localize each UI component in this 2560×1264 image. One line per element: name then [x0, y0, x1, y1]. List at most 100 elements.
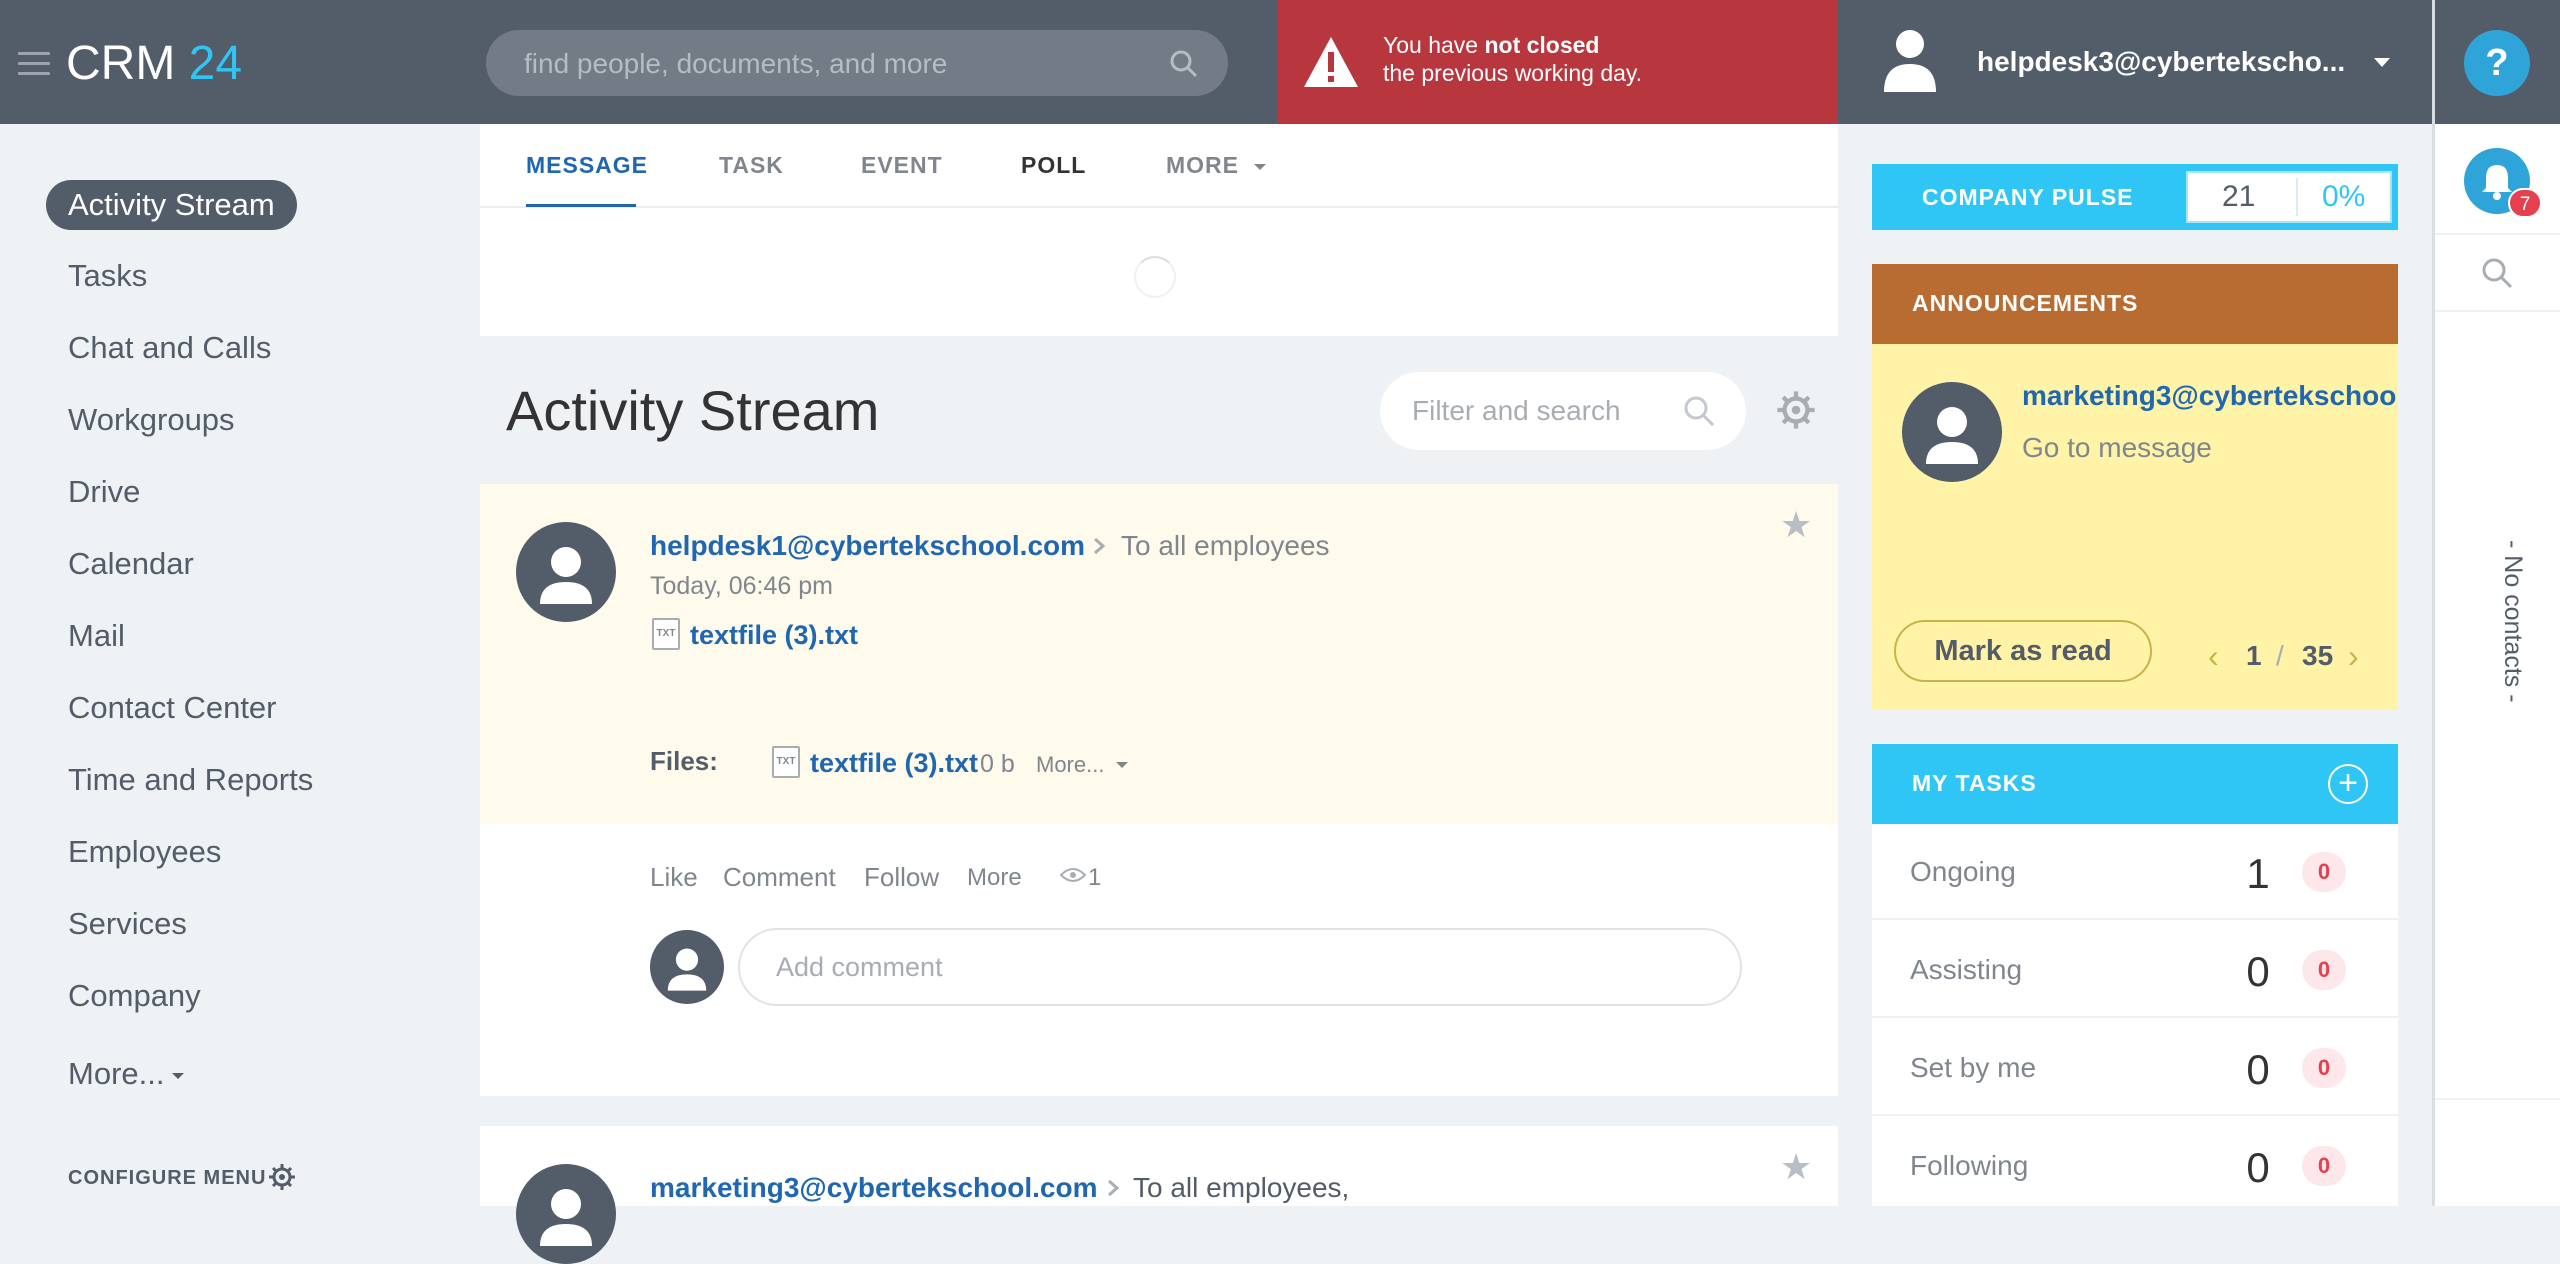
- sidebar-item-contact-center[interactable]: Contact Center: [68, 690, 277, 726]
- post-attachment-link[interactable]: textfile (3).txt: [690, 620, 858, 651]
- avatar[interactable]: [516, 522, 616, 622]
- page-separator: /: [2276, 640, 2284, 671]
- sidebar-item-time-and-reports[interactable]: Time and Reports: [68, 762, 313, 798]
- app-logo[interactable]: CRM 24: [66, 36, 242, 91]
- tab-more[interactable]: MORE: [1166, 152, 1267, 179]
- sidebar-item-tasks[interactable]: Tasks: [68, 258, 147, 294]
- gear-icon[interactable]: [1776, 390, 1816, 430]
- configure-menu-button[interactable]: CONFIGURE MENU: [68, 1167, 266, 1190]
- text-file-icon: TXT: [652, 618, 680, 650]
- announcements-header: ANNOUNCEMENTS: [1872, 264, 2398, 344]
- star-icon[interactable]: ★: [1780, 504, 1812, 546]
- task-row-ongoing[interactable]: Ongoing: [1910, 856, 2016, 888]
- notification-count-badge: 7: [2508, 188, 2542, 218]
- star-icon[interactable]: ★: [1780, 1146, 1812, 1188]
- pulse-count: 21: [2222, 180, 2256, 213]
- sidebar-item-employees[interactable]: Employees: [68, 834, 221, 870]
- task-row-following[interactable]: Following: [1910, 1150, 2028, 1182]
- post-recipient[interactable]: To all employees: [1121, 530, 1330, 562]
- search-icon: [1684, 396, 1715, 427]
- post-author-link[interactable]: helpdesk1@cybertekschool.com: [650, 530, 1085, 562]
- divider: [480, 206, 1838, 208]
- chevron-left-icon[interactable]: ‹: [2208, 638, 2219, 675]
- avatar[interactable]: [516, 1164, 616, 1264]
- task-count[interactable]: 1: [2240, 850, 2276, 898]
- chevron-right-icon[interactable]: ›: [2348, 638, 2359, 675]
- chevron-right-icon: [1108, 1179, 1120, 1197]
- page-total: 35: [2302, 640, 2334, 671]
- global-search-input[interactable]: find people, documents, and more: [486, 30, 1228, 96]
- divider: [2435, 1098, 2560, 1100]
- tab-event[interactable]: EVENT: [861, 152, 943, 179]
- go-to-message-link[interactable]: Go to message: [2022, 432, 2212, 464]
- announcement-author-link[interactable]: marketing3@cybertekschool: [2022, 380, 2398, 412]
- my-tasks-title: MY TASKS: [1912, 770, 2037, 796]
- follow-button[interactable]: Follow: [864, 862, 939, 893]
- search-placeholder: find people, documents, and more: [524, 48, 948, 79]
- sidebar-item-drive[interactable]: Drive: [68, 474, 140, 510]
- user-icon: [1926, 407, 1978, 464]
- divider: [1872, 918, 2398, 920]
- mark-as-read-button[interactable]: Mark as read: [1894, 620, 2152, 682]
- tab-task[interactable]: TASK: [719, 152, 784, 179]
- sidebar-item-services[interactable]: Services: [68, 906, 187, 942]
- filter-search-input[interactable]: Filter and search: [1380, 372, 1746, 450]
- sidebar-item-calendar[interactable]: Calendar: [68, 546, 194, 582]
- file-link[interactable]: textfile (3).txt: [810, 748, 978, 779]
- task-count[interactable]: 0: [2240, 1046, 2276, 1094]
- task-badge[interactable]: 0: [2302, 852, 2346, 892]
- search-icon: [1170, 50, 1198, 78]
- page-current: 1: [2246, 640, 2262, 671]
- loading-spinner: [1134, 256, 1176, 298]
- chevron-down-icon: [172, 1072, 185, 1079]
- task-badge[interactable]: 0: [2302, 1048, 2346, 1088]
- task-badge[interactable]: 0: [2302, 1146, 2346, 1186]
- tab-more-label: MORE: [1166, 152, 1239, 178]
- sidebar-item-workgroups[interactable]: Workgroups: [68, 402, 235, 438]
- chevron-down-icon[interactable]: [2374, 58, 2390, 67]
- task-count[interactable]: 0: [2240, 1144, 2276, 1192]
- post-timestamp[interactable]: Today, 06:46 pm: [650, 572, 833, 601]
- task-count[interactable]: 0: [2240, 948, 2276, 996]
- add-task-button[interactable]: +: [2328, 764, 2368, 804]
- user-avatar-icon[interactable]: [1880, 26, 1940, 92]
- menu-toggle-icon[interactable]: [18, 52, 50, 75]
- file-size: 0 b: [980, 750, 1015, 778]
- my-tasks-header: MY TASKS: [1872, 744, 2398, 824]
- company-pulse-label: COMPANY PULSE: [1922, 184, 2134, 210]
- search-icon[interactable]: [2480, 256, 2514, 290]
- task-row-assisting[interactable]: Assisting: [1910, 954, 2022, 986]
- post-author-link[interactable]: marketing3@cybertekschool.com: [650, 1172, 1097, 1204]
- avatar: [650, 930, 724, 1004]
- task-badge[interactable]: 0: [2302, 950, 2346, 990]
- alert-bold-text: not closed: [1484, 32, 1600, 58]
- filter-placeholder: Filter and search: [1412, 395, 1621, 426]
- sidebar-item-activity-stream[interactable]: Activity Stream: [46, 180, 297, 230]
- comment-button[interactable]: Comment: [723, 862, 836, 893]
- chevron-right-icon: [1094, 537, 1106, 555]
- task-row-set-by-me[interactable]: Set by me: [1910, 1052, 2036, 1084]
- avatar[interactable]: [1902, 382, 2002, 482]
- sidebar-item-mail[interactable]: Mail: [68, 618, 125, 654]
- help-button[interactable]: ?: [2464, 30, 2530, 96]
- like-button[interactable]: Like: [650, 862, 698, 893]
- sidebar-more-button[interactable]: More...: [68, 1056, 185, 1092]
- post-form: [480, 124, 1838, 336]
- user-email[interactable]: helpdesk3@cybertekscho...: [1977, 46, 2357, 78]
- announcements-title: ANNOUNCEMENTS: [1912, 290, 2139, 316]
- file-more-link[interactable]: More...: [1036, 752, 1104, 778]
- page-title: Activity Stream: [506, 379, 880, 442]
- working-day-alert[interactable]: You have not closed the previous working…: [1278, 0, 1838, 124]
- tab-poll[interactable]: POLL: [1021, 152, 1086, 179]
- text-file-icon: TXT: [772, 746, 800, 778]
- post-recipient[interactable]: To all employees,: [1133, 1172, 1349, 1204]
- sidebar-item-company[interactable]: Company: [68, 978, 201, 1014]
- divider: [2435, 310, 2560, 312]
- gear-icon[interactable]: [268, 1163, 296, 1191]
- add-comment-input[interactable]: Add comment: [738, 928, 1742, 1006]
- logo-number: 24: [188, 37, 243, 90]
- chevron-down-icon[interactable]: [1116, 762, 1128, 768]
- sidebar-item-chat-and-calls[interactable]: Chat and Calls: [68, 330, 271, 366]
- tab-message[interactable]: MESSAGE: [526, 152, 648, 179]
- more-actions-button[interactable]: More: [967, 864, 1022, 892]
